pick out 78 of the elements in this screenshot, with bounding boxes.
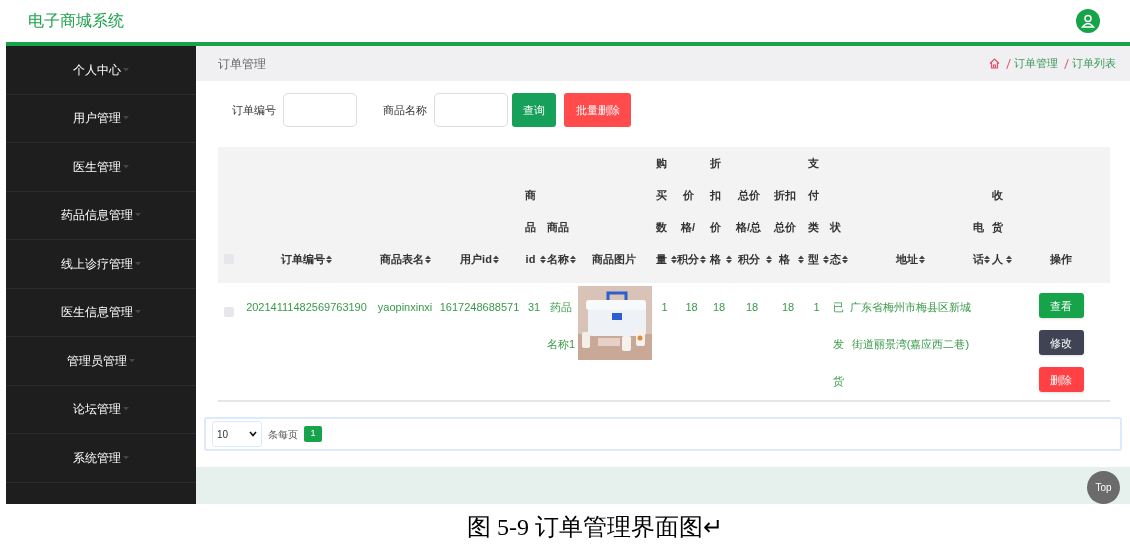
column-header: 总价格/总积分: [734, 188, 763, 268]
column-header: 状态: [829, 220, 841, 268]
column-header: 商品表名: [379, 252, 424, 268]
table-cell: 1: [661, 301, 668, 314]
table-cell: 18: [712, 301, 726, 314]
table-cell: 20214111482569763190: [246, 301, 367, 314]
caret-icon: [123, 455, 129, 460]
sort-icon[interactable]: [798, 255, 804, 265]
table-cell: 1: [813, 301, 820, 314]
sort-icon[interactable]: [540, 255, 546, 265]
caret-icon: [135, 213, 141, 218]
sidebar-item[interactable]: 医生信息管理: [61, 303, 133, 322]
column-header: 地址: [896, 252, 918, 268]
caret-icon: [123, 67, 129, 72]
sort-icon[interactable]: [842, 255, 848, 265]
caret-icon: [123, 164, 129, 169]
table-cell: yaopinxinxi: [377, 301, 433, 314]
table-cell: 31: [527, 301, 541, 314]
column-header: 商品图片: [592, 252, 636, 268]
caret-icon: [123, 116, 129, 121]
column-header: 订单编号: [281, 252, 325, 268]
home-icon[interactable]: [989, 58, 1000, 70]
page-title: 订单管理: [218, 55, 266, 73]
sort-icon[interactable]: [1006, 255, 1012, 265]
column-header: 商品名称: [546, 220, 569, 268]
field-label: 订单编号: [232, 103, 276, 119]
sort-icon[interactable]: [766, 255, 772, 265]
column-header: 商品id: [524, 188, 537, 268]
sort-icon[interactable]: [984, 255, 990, 265]
column-header: 价格/积分: [677, 188, 699, 268]
page-size-label: 条每页: [268, 427, 298, 442]
edit-button[interactable]: 修改: [1038, 330, 1084, 356]
sidebar-item[interactable]: 论坛管理: [73, 400, 121, 419]
sidebar-item[interactable]: 线上诊疗管理: [61, 254, 133, 273]
caret-icon: [135, 310, 141, 315]
sort-icon[interactable]: [671, 255, 677, 265]
checkbox[interactable]: [224, 307, 234, 318]
column-header: 用户id: [460, 252, 492, 268]
sidebar-item[interactable]: 用户管理: [73, 109, 121, 128]
sidebar-item[interactable]: 药品信息管理: [61, 206, 133, 225]
column-header: 折扣总价格: [772, 188, 797, 268]
caret-icon: [129, 358, 135, 363]
input-field[interactable]: [283, 93, 357, 128]
column-header: 电话: [973, 220, 983, 268]
sort-icon[interactable]: [919, 255, 925, 265]
caret-icon: [135, 261, 141, 266]
table-cell: 18: [685, 301, 698, 314]
sidebar-item[interactable]: 系统管理: [73, 448, 121, 467]
table-cell: 药品名称1: [546, 301, 576, 351]
user-avatar-icon[interactable]: [1076, 9, 1100, 33]
column-header: 操作: [1050, 252, 1072, 268]
sort-icon[interactable]: [326, 255, 332, 265]
input-field[interactable]: [434, 93, 508, 128]
column-header: 折扣价格: [709, 156, 722, 268]
table-cell: 18: [745, 301, 759, 314]
table-cell: 1617248688571: [439, 301, 520, 314]
sort-icon[interactable]: [492, 255, 499, 265]
back-to-top-button[interactable]: Top: [1087, 471, 1120, 504]
figure-caption: 图 5-9 订单管理界面图↵: [467, 513, 723, 542]
app-title: 电子商城系统: [28, 11, 124, 31]
sort-icon[interactable]: [424, 255, 431, 265]
caret-icon: [123, 407, 129, 412]
sort-icon[interactable]: [823, 255, 829, 265]
table-cell: 广东省梅州市梅县区新城街道丽景湾(嘉应西二巷): [850, 301, 971, 351]
sidebar-item[interactable]: 医生管理: [73, 157, 121, 176]
table-cell: 18: [781, 301, 795, 314]
sort-icon[interactable]: [726, 255, 732, 265]
page-size-select[interactable]: 10: [212, 421, 262, 448]
column-header: 购买数量: [654, 156, 668, 268]
sidebar-item[interactable]: 管理员管理: [67, 351, 127, 370]
chevron-down-icon: [249, 431, 257, 438]
sort-icon[interactable]: [570, 255, 576, 265]
table-cell: 已发货: [833, 301, 844, 388]
column-header: 支付类型: [806, 156, 820, 268]
sort-icon[interactable]: [700, 255, 706, 265]
field-label: 商品名称: [383, 103, 427, 119]
sidebar-item[interactable]: 个人中心: [73, 60, 121, 79]
column-header: 收货人: [991, 188, 1004, 268]
